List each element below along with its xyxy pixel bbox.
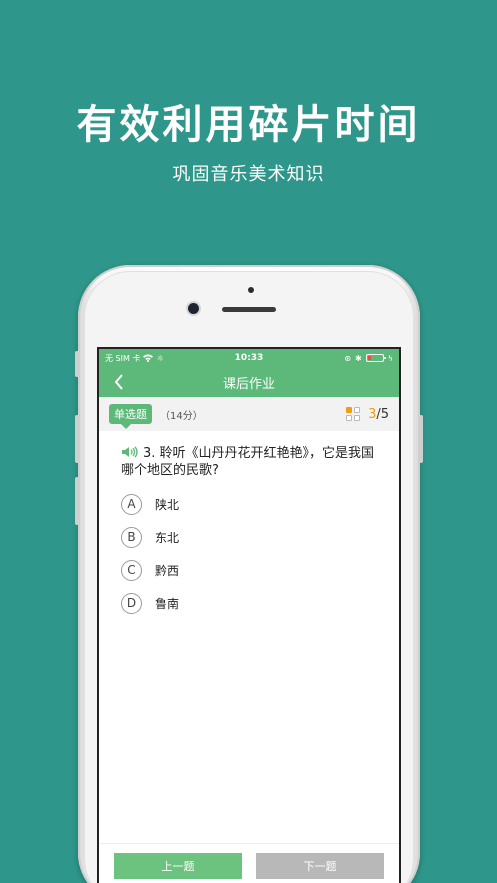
promo-title: 有效利用碎片时间 — [76, 102, 421, 148]
option-text: 陕北 — [155, 497, 180, 512]
option-letter: B — [121, 526, 142, 548]
front-camera — [188, 303, 199, 314]
option-text: 黔西 — [155, 563, 180, 578]
phone-volume-down — [75, 477, 79, 525]
option-letter: C — [121, 559, 142, 581]
phone-power-button — [419, 415, 423, 463]
option-a[interactable]: A 陕北 — [121, 493, 377, 515]
question-footer: 上一题 下一题 — [99, 843, 399, 883]
chevron-left-icon — [114, 374, 123, 390]
prev-question-button[interactable]: 上一题 — [114, 852, 242, 879]
phone-mute-switch — [75, 351, 79, 377]
back-button[interactable] — [109, 372, 129, 392]
phone-volume-up — [75, 415, 79, 463]
question-text: 3. 聆听《山丹丹花开红艳艳》，它是我国哪个地区的民歌? — [99, 431, 399, 479]
progress-total: /5 — [376, 406, 389, 422]
option-text: 鲁南 — [155, 596, 180, 611]
battery-icon — [365, 354, 386, 362]
nav-bar: 课后作业 — [99, 367, 399, 397]
option-letter: A — [121, 493, 142, 515]
option-c[interactable]: C 黔西 — [121, 559, 377, 581]
audio-speaker-icon[interactable] — [121, 446, 139, 458]
question-content: 3. 聆听《山丹丹花开红艳艳》，它是我国哪个地区的民歌? — [121, 446, 375, 478]
page-title: 课后作业 — [222, 376, 275, 392]
option-letter: D — [121, 592, 142, 614]
option-d[interactable]: D 鲁南 — [121, 592, 377, 614]
options-list: A 陕北 B 东北 C 黔西 D 鲁南 — [99, 479, 399, 614]
app-screen: 无 SIM 卡 ☼ 10:33 ⊛ ✱ ϟ 课后作业 单选题 （14分） 3/5… — [97, 347, 401, 883]
next-question-button[interactable]: 下一题 — [256, 852, 384, 879]
status-bar: 无 SIM 卡 ☼ 10:33 ⊛ ✱ ϟ — [99, 349, 399, 367]
promo-subtitle: 巩固音乐美术知识 — [172, 164, 325, 185]
option-b[interactable]: B 东北 — [121, 526, 377, 548]
earpiece-speaker — [222, 307, 276, 312]
question-progress: 3/5 — [346, 407, 389, 422]
answer-sheet-icon[interactable] — [346, 407, 361, 421]
question-type-badge: 单选题 — [109, 404, 152, 429]
question-info-bar: 单选题 （14分） 3/5 — [99, 397, 399, 431]
question-score: （14分） — [160, 410, 203, 422]
status-time: 10:33 — [234, 353, 264, 363]
option-text: 东北 — [155, 530, 180, 545]
proximity-sensor — [248, 287, 254, 293]
